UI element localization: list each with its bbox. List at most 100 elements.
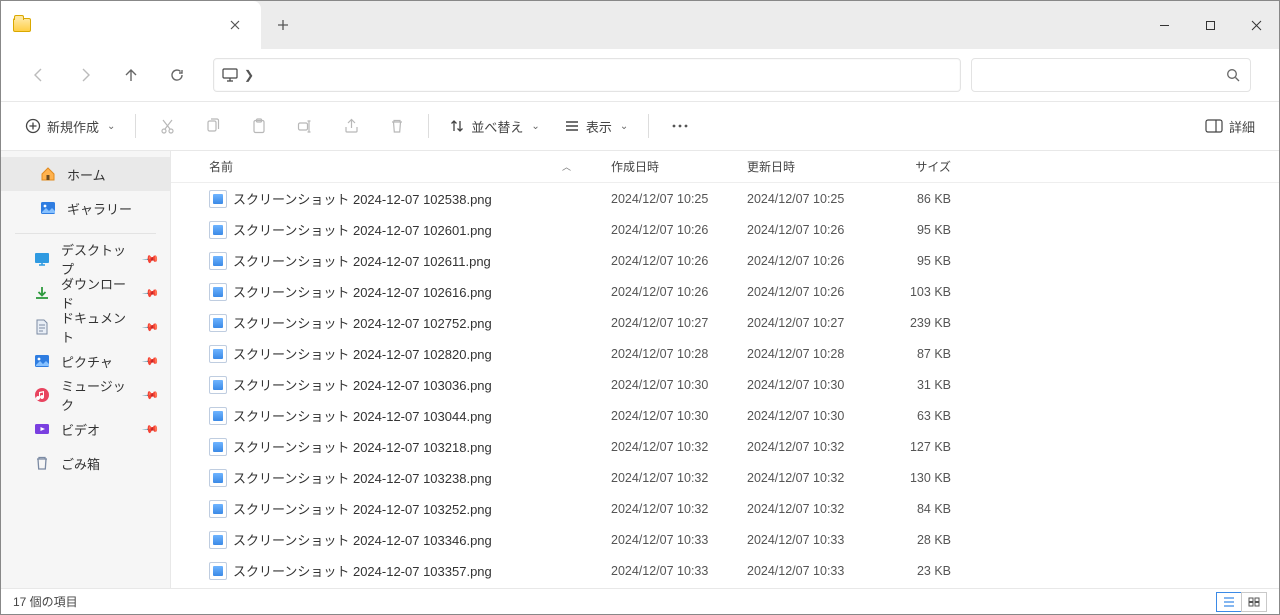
file-size: 95 KB	[865, 254, 961, 268]
search-box[interactable]	[971, 58, 1251, 92]
column-modified[interactable]: 更新日時	[737, 158, 865, 175]
file-name: スクリーンショット 2024-12-07 103036.png	[233, 375, 492, 394]
rename-button[interactable]	[284, 108, 326, 144]
file-row[interactable]: スクリーンショット 2024-12-07 103044.png 2024/12/…	[171, 400, 1279, 431]
file-row[interactable]: スクリーンショット 2024-12-07 103346.png 2024/12/…	[171, 524, 1279, 555]
column-size[interactable]: サイズ	[865, 158, 961, 175]
file-row[interactable]: スクリーンショット 2024-12-07 102601.png 2024/12/…	[171, 214, 1279, 245]
file-size: 103 KB	[865, 285, 961, 299]
download-icon	[33, 284, 51, 302]
sidebar-item-gallery[interactable]: ギャラリー	[1, 191, 170, 225]
cut-button[interactable]	[146, 108, 188, 144]
file-modified: 2024/12/07 10:32	[737, 471, 865, 485]
tab-current[interactable]	[1, 1, 261, 49]
close-button[interactable]	[1233, 1, 1279, 49]
file-name: スクリーンショット 2024-12-07 103252.png	[233, 499, 492, 518]
column-created[interactable]: 作成日時	[601, 158, 737, 175]
sidebar-item-label: ミュージック	[61, 376, 134, 414]
view-details-button[interactable]	[1216, 592, 1242, 612]
file-row[interactable]: スクリーンショット 2024-12-07 103357.png 2024/12/…	[171, 555, 1279, 586]
copy-button[interactable]	[192, 108, 234, 144]
file-row[interactable]: スクリーンショット 2024-12-07 103036.png 2024/12/…	[171, 369, 1279, 400]
sidebar-item-document[interactable]: ドキュメント 📌	[1, 310, 170, 344]
chevron-down-icon: ⌄	[107, 121, 115, 132]
share-button[interactable]	[330, 108, 372, 144]
column-name[interactable]: 名前 ︿	[199, 158, 601, 175]
file-name: スクリーンショット 2024-12-07 102752.png	[233, 313, 492, 332]
file-name: スクリーンショット 2024-12-07 102538.png	[233, 189, 492, 208]
forward-button[interactable]	[65, 55, 105, 95]
file-modified: 2024/12/07 10:26	[737, 285, 865, 299]
file-name: スクリーンショット 2024-12-07 102601.png	[233, 220, 492, 239]
sidebar-item-label: ビデオ	[61, 420, 100, 439]
file-created: 2024/12/07 10:25	[601, 192, 737, 206]
image-file-icon	[209, 314, 227, 332]
refresh-button[interactable]	[157, 55, 197, 95]
tab-close-button[interactable]	[221, 11, 249, 39]
sidebar-item-trash[interactable]: ごみ箱	[1, 446, 170, 480]
back-button[interactable]	[19, 55, 59, 95]
sidebar-item-download[interactable]: ダウンロード 📌	[1, 276, 170, 310]
view-button[interactable]: 表示 ⌄	[554, 108, 638, 144]
sidebar-item-picture[interactable]: ピクチャ 📌	[1, 344, 170, 378]
up-button[interactable]	[111, 55, 151, 95]
file-row[interactable]: スクリーンショット 2024-12-07 102538.png 2024/12/…	[171, 183, 1279, 214]
file-row[interactable]: スクリーンショット 2024-12-07 103238.png 2024/12/…	[171, 462, 1279, 493]
maximize-button[interactable]	[1187, 1, 1233, 49]
file-size: 130 KB	[865, 471, 961, 485]
sidebar-item-desktop[interactable]: デスクトップ 📌	[1, 242, 170, 276]
file-list[interactable]: スクリーンショット 2024-12-07 102538.png 2024/12/…	[171, 183, 1279, 588]
file-name: スクリーンショット 2024-12-07 103346.png	[233, 530, 492, 549]
paste-button[interactable]	[238, 108, 280, 144]
file-row[interactable]: スクリーンショット 2024-12-07 102752.png 2024/12/…	[171, 307, 1279, 338]
file-row[interactable]: スクリーンショット 2024-12-07 103218.png 2024/12/…	[171, 431, 1279, 462]
titlebar	[1, 1, 1279, 49]
document-icon	[33, 318, 51, 336]
file-modified: 2024/12/07 10:33	[737, 564, 865, 578]
file-row[interactable]: スクリーンショット 2024-12-07 102611.png 2024/12/…	[171, 245, 1279, 276]
view-thumbnails-button[interactable]	[1241, 592, 1267, 612]
details-pane-button[interactable]: 詳細	[1195, 108, 1265, 144]
sidebar-item-video[interactable]: ビデオ 📌	[1, 412, 170, 446]
file-modified: 2024/12/07 10:30	[737, 378, 865, 392]
status-bar: 17 個の項目	[1, 588, 1279, 614]
address-bar[interactable]: ❯	[213, 58, 961, 92]
navbar: ❯	[1, 49, 1279, 101]
file-size: 87 KB	[865, 347, 961, 361]
image-file-icon	[209, 376, 227, 394]
pin-icon: 📌	[142, 318, 161, 337]
file-created: 2024/12/07 10:32	[601, 440, 737, 454]
toolbar: 新規作成 ⌄ 並べ替え ⌄ 表示 ⌄ 詳細	[1, 101, 1279, 151]
more-button[interactable]	[659, 108, 701, 144]
minimize-button[interactable]	[1141, 1, 1187, 49]
file-modified: 2024/12/07 10:26	[737, 254, 865, 268]
sidebar-item-music[interactable]: ミュージック 📌	[1, 378, 170, 412]
file-modified: 2024/12/07 10:30	[737, 409, 865, 423]
chevron-down-icon: ⌄	[620, 121, 628, 132]
new-tab-button[interactable]	[261, 1, 305, 49]
new-button[interactable]: 新規作成 ⌄	[15, 108, 125, 144]
file-modified: 2024/12/07 10:25	[737, 192, 865, 206]
pin-icon: 📌	[142, 386, 161, 405]
sort-label: 並べ替え	[471, 117, 523, 136]
file-row[interactable]: スクリーンショット 2024-12-07 102616.png 2024/12/…	[171, 276, 1279, 307]
sidebar-item-home[interactable]: ホーム	[1, 157, 170, 191]
sidebar[interactable]: ホーム ギャラリー デスクトップ 📌 ダウンロード 📌 ドキュメント 📌 ピクチ…	[1, 151, 171, 588]
image-file-icon	[209, 345, 227, 363]
image-file-icon	[209, 531, 227, 549]
image-file-icon	[209, 562, 227, 580]
delete-button[interactable]	[376, 108, 418, 144]
sidebar-item-label: ごみ箱	[61, 454, 100, 473]
image-file-icon	[209, 438, 227, 456]
music-icon	[33, 386, 51, 404]
search-icon	[1226, 68, 1240, 82]
search-input[interactable]	[982, 68, 1226, 82]
file-row[interactable]: スクリーンショット 2024-12-07 103252.png 2024/12/…	[171, 493, 1279, 524]
file-row[interactable]: スクリーンショット 2024-12-07 102820.png 2024/12/…	[171, 338, 1279, 369]
sort-indicator-icon: ︿	[562, 160, 571, 173]
file-modified: 2024/12/07 10:33	[737, 533, 865, 547]
file-name: スクリーンショット 2024-12-07 102611.png	[233, 251, 491, 270]
file-size: 63 KB	[865, 409, 961, 423]
sort-button[interactable]: 並べ替え ⌄	[439, 108, 549, 144]
chevron-right-icon[interactable]: ❯	[244, 68, 254, 82]
